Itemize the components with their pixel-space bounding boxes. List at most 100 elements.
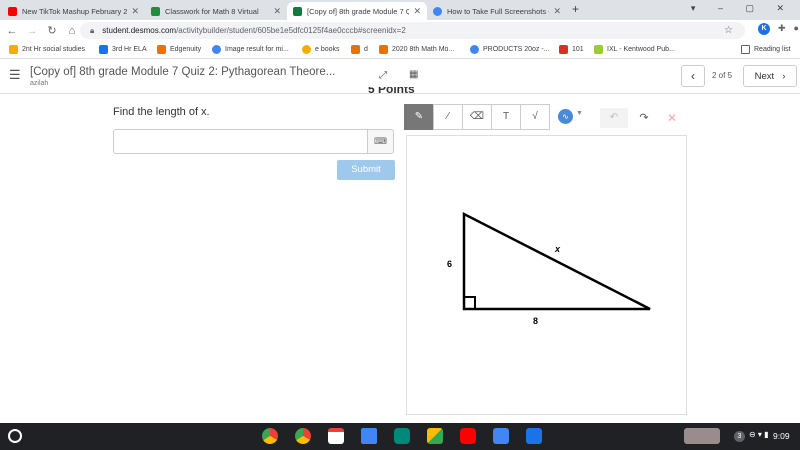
color-picker-button[interactable]: ∿ [558,109,573,124]
next-screen-button[interactable]: Next › [743,65,797,87]
sketch-toolbar: ✎ ⁄ ⌫ T √ [404,104,550,130]
tab-classwork[interactable]: Classwork for Math 8 Virtual ✕ [145,2,287,20]
bookmark-item[interactable]: 2nt Hr social studies [9,45,85,54]
home-icon[interactable]: ⌂ [64,25,80,37]
google-meet-icon[interactable] [394,428,410,444]
close-icon[interactable]: ✕ [553,6,561,17]
google-classroom-icon [151,6,160,16]
ixl-icon [594,45,603,54]
keyboard-icon: ⌨ [374,136,387,146]
profile-avatar[interactable]: ● [794,23,799,35]
close-icon: ✕ [666,111,678,125]
tab-tiktok-mashup[interactable]: New TikTok Mashup February 2 ✕ [2,2,145,20]
pencil-icon[interactable]: ✎ [404,104,434,130]
new-tab-button[interactable]: + [572,2,579,16]
sketch-canvas[interactable]: 6 8 x [406,135,687,415]
submit-button[interactable]: Submit [337,160,395,180]
google-icon [212,45,221,54]
desmos-icon [293,6,302,16]
bookmark-item[interactable]: 3rd Hr ELA [99,45,147,54]
math-tool-icon[interactable]: √ [520,104,550,130]
google-icon [433,6,442,16]
redo-button[interactable]: ↷ [634,108,654,128]
folder-icon [9,45,18,54]
question-prompt: Find the length of x. [113,106,210,118]
tab-how-to-screenshots[interactable]: How to Take Full Screenshots - ✕ [427,2,567,20]
chevron-left-icon: ‹ [691,69,695,83]
activity-title: [Copy of] 8th grade Module 7 Quiz 2: Pyt… [30,66,336,78]
status-icons[interactable]: ⊖ ▾ ▮ [749,430,769,439]
clear-button[interactable]: ✕ [662,108,682,128]
google-docs-icon[interactable] [361,428,377,444]
tray-avatars[interactable] [684,428,720,444]
play-store-icon[interactable] [493,428,509,444]
bookmark-item[interactable]: d [351,45,368,54]
forward-arrow-icon[interactable]: → [24,25,40,37]
chrome-icon[interactable] [262,428,278,444]
right-angle-marker [463,296,476,310]
redo-icon: ↷ [639,112,649,124]
bookmark-item[interactable]: Image result for mi... [212,45,289,54]
vertical-leg-label: 6 [447,259,452,269]
previous-screen-button[interactable]: ‹ [681,65,705,87]
edgenuity-icon [379,45,388,54]
chrome-icon[interactable] [295,428,311,444]
tab-desmos-quiz[interactable]: [Copy of] 8th grade Module 7 Qu ✕ [287,2,427,20]
reading-list-button[interactable]: Reading list [741,45,791,54]
bookmark-item[interactable]: PRODUCTS 20oz -... [470,45,550,54]
address-bar[interactable]: 🔒︎ student.desmos.com/activitybuilder/st… [80,22,745,39]
edgenuity-icon [351,45,360,54]
bookmark-item[interactable]: e books [302,45,340,54]
student-name: azilah [30,80,49,87]
hamburger-menu-icon[interactable]: ☰ [9,67,21,83]
url-path: /activitybuilder/student/605be1e5dfc0125… [176,26,406,35]
chevron-down-icon[interactable]: ▼ [576,110,583,117]
url-domain: student.desmos.com [102,26,177,35]
text-tool-icon[interactable]: T [491,104,521,130]
bookmark-item[interactable]: 2020 8th Math Mo... [379,45,454,54]
files-icon[interactable] [526,428,542,444]
edgenuity-icon [157,45,166,54]
launcher-icon[interactable] [8,429,22,443]
points-heading: 5 Points [368,87,415,95]
youtube-icon [8,6,17,16]
reload-icon[interactable]: ↻ [44,24,60,37]
ebooks-icon [302,45,311,54]
eraser-icon[interactable]: ⌫ [462,104,492,130]
line-tool-icon[interactable]: ⁄ [433,104,463,130]
site-info-icon[interactable]: 🔒︎ [90,26,94,36]
undo-icon: ↶ [609,112,619,123]
expand-icon[interactable]: ⤢ [379,70,387,81]
gmail-icon [559,45,568,54]
classroom-icon [99,45,108,54]
close-icon[interactable]: ✕ [413,6,421,17]
bookmark-item[interactable]: IXL - Kentwood Pub... [594,45,675,54]
bookmarks-bar: 2nt Hr social studies 3rd Hr ELA Edgenui… [0,41,800,59]
hypotenuse-label: x [554,244,561,254]
window-controls[interactable]: ▾ ‒ ▢ ✕ [691,3,794,14]
bookmark-item[interactable]: 101 [559,45,584,54]
keyboard-button[interactable]: ⌨ [367,129,394,154]
bookmark-star-icon[interactable]: ☆ [724,25,733,36]
undo-button[interactable]: ↶ [600,108,628,128]
bookmark-item[interactable]: Edgenuity [157,45,201,54]
horizontal-leg-label: 8 [533,316,538,326]
notification-badge[interactable]: 3 [734,431,745,442]
right-triangle [462,211,651,311]
back-arrow-icon[interactable]: ← [4,25,20,37]
clock[interactable]: 9:09 [773,431,790,441]
google-drive-icon[interactable] [427,428,443,444]
browser-tab-strip: New TikTok Mashup February 2 ✕ Classwork… [0,0,800,20]
calculator-icon[interactable]: ▦ [409,69,418,80]
close-icon[interactable]: ✕ [273,6,281,17]
extension-k-icon[interactable]: K [758,23,770,35]
reading-list-icon [741,45,750,54]
gmail-icon[interactable] [328,428,344,444]
answer-input[interactable] [113,129,368,154]
puzzle-icon[interactable]: ✚ [778,23,786,35]
triangle-figure: 6 8 x [447,211,651,326]
extension-icons: K ✚ ● ⋮ [758,23,800,35]
close-icon[interactable]: ✕ [131,6,139,17]
page-counter: 2 of 5 [712,71,733,80]
youtube-icon[interactable] [460,428,476,444]
